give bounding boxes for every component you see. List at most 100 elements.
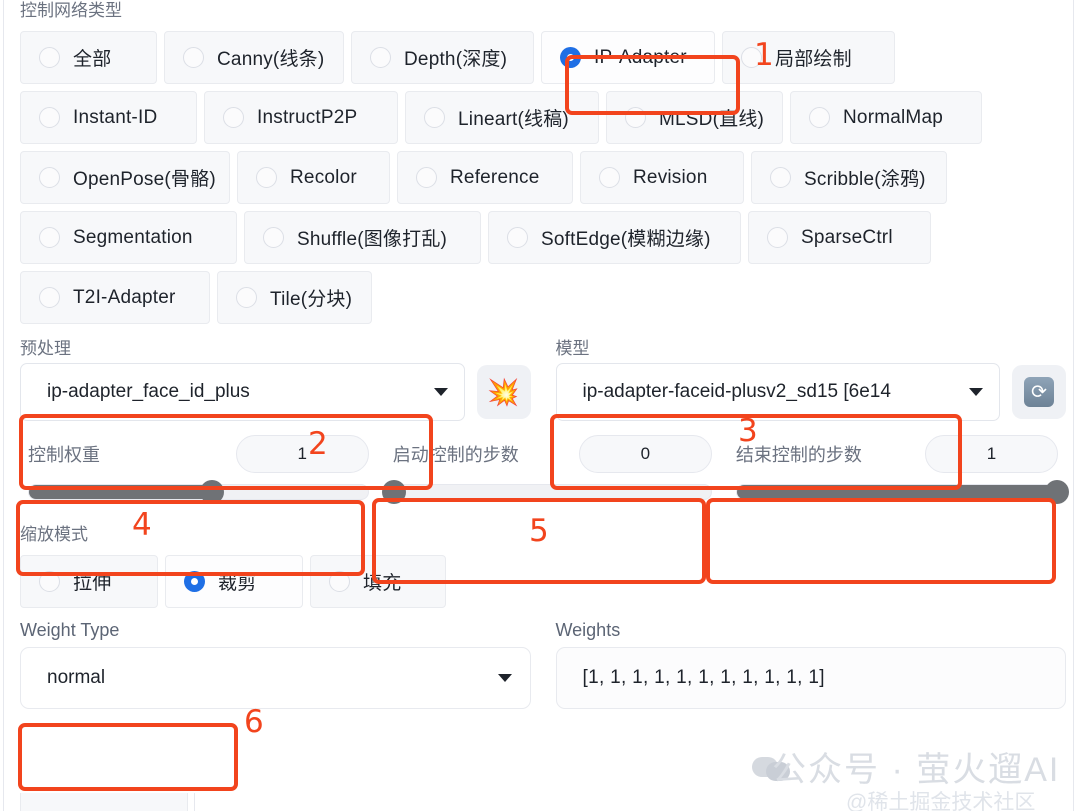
model-label: 模型 (555, 339, 590, 358)
control-type-option-2-4[interactable]: Scribble(涂鸦) (751, 151, 947, 204)
weight-type-label: Weight Type (20, 620, 120, 640)
slider-fill (29, 485, 212, 499)
slider-thumb[interactable] (1045, 480, 1069, 504)
control-type-option-0-2[interactable]: Depth(深度) (351, 31, 534, 84)
radio-label: Shuffle(图像打乱) (297, 229, 448, 250)
resize-mode-option-2[interactable]: 填充 (310, 555, 446, 608)
refresh-icon: ⟳ (1024, 377, 1054, 407)
radio-label: 裁剪 (218, 573, 257, 594)
control-type-option-1-2[interactable]: Lineart(线稿) (405, 91, 599, 144)
slider-track[interactable] (735, 480, 1069, 504)
resize-mode-radio-group: 拉伸 裁剪 填充 (20, 555, 1066, 608)
control-type-option-0-3[interactable]: IP-Adapter (541, 31, 715, 84)
control-type-option-1-1[interactable]: InstructP2P (204, 91, 398, 144)
control-type-option-4-0[interactable]: T2I-Adapter (20, 271, 210, 324)
annotation-number-3: 3 (738, 413, 758, 449)
radio-label: 拉伸 (73, 573, 112, 594)
partial-bottom-widget (20, 793, 1060, 811)
radio-label: MLSD(直线) (659, 109, 765, 130)
control-type-option-2-1[interactable]: Recolor (237, 151, 390, 204)
resize-mode-option-1[interactable]: 裁剪 (165, 555, 303, 608)
control-type-option-3-0[interactable]: Segmentation (20, 211, 237, 264)
chevron-down-icon (497, 674, 512, 682)
annotation-number-6: 6 (244, 704, 264, 740)
preprocessor-dropdown[interactable]: ip-adapter_face_id_plus (20, 363, 465, 421)
radio-unselected-icon (39, 107, 60, 128)
weight-row: Weight Type normal Weights [1, 1, 1, 1, … (20, 620, 1066, 709)
annotation-number-1: 1 (754, 37, 774, 73)
control-type-option-3-3[interactable]: SparseCtrl (748, 211, 931, 264)
control-type-option-1-3[interactable]: MLSD(直线) (606, 91, 783, 144)
control-type-option-1-0[interactable]: Instant-ID (20, 91, 197, 144)
radio-unselected-icon (236, 287, 257, 308)
radio-label: Reference (450, 166, 540, 188)
slider-start-step: 启动控制的步数 0 (381, 429, 720, 510)
radio-label: Revision (633, 166, 708, 188)
radio-label: Canny(线条) (217, 49, 325, 70)
slider-track[interactable] (381, 480, 712, 504)
radio-unselected-icon (599, 167, 620, 188)
radio-unselected-icon (416, 167, 437, 188)
preprocessor-model-row: 预处理 ip-adapter_face_id_plus 💥 模型 ip-adap… (20, 338, 1066, 421)
control-type-option-1-4[interactable]: NormalMap (790, 91, 982, 144)
right-divider (1073, 0, 1074, 811)
radio-unselected-icon (625, 107, 646, 128)
annotation-number-2: 2 (308, 426, 328, 462)
preprocessor-value: ip-adapter_face_id_plus (47, 381, 250, 402)
control-type-option-2-3[interactable]: Revision (580, 151, 744, 204)
radio-label: Segmentation (73, 226, 193, 248)
control-type-radio-group: 全部 Canny(线条) Depth(深度) IP-Adapter 局部绘制 Instan… (20, 31, 1066, 324)
preprocessor-preview-button[interactable]: 💥 (476, 365, 531, 419)
control-type-option-2-0[interactable]: OpenPose(骨骼) (20, 151, 230, 204)
control-type-option-0-0[interactable]: 全部 (20, 31, 157, 84)
radio-selected-icon (184, 571, 205, 592)
radio-unselected-icon (263, 227, 284, 248)
partial-checkbox-pill[interactable] (20, 793, 188, 811)
control-type-option-4-1[interactable]: Tile(分块) (217, 271, 372, 324)
weights-value: [1, 1, 1, 1, 1, 1, 1, 1, 1, 1, 1] (582, 667, 825, 688)
slider-value-input[interactable]: 1 (925, 435, 1058, 473)
slider-value-input[interactable]: 1 (235, 435, 369, 473)
radio-label: Tile(分块) (270, 289, 353, 310)
slider-value-input[interactable]: 0 (578, 435, 712, 473)
radio-selected-icon (560, 47, 581, 68)
preprocessor-column: 预处理 ip-adapter_face_id_plus 💥 (20, 338, 531, 421)
radio-unselected-icon (39, 227, 60, 248)
radio-unselected-icon (770, 167, 791, 188)
radio-label: NormalMap (843, 106, 943, 128)
control-type-row-2: OpenPose(骨骼) Recolor Reference Revision Scri… (20, 151, 1066, 204)
partial-divider (194, 793, 195, 811)
model-dropdown[interactable]: ip-adapter-faceid-plusv2_sd15 [6e14 (555, 363, 1000, 421)
resize-mode-option-0[interactable]: 拉伸 (20, 555, 158, 608)
slider-track[interactable] (28, 480, 369, 504)
radio-label: 填充 (363, 573, 402, 594)
explosion-icon: 💥 (487, 377, 520, 407)
annotation-number-4: 4 (132, 507, 152, 543)
slider-thumb[interactable] (381, 480, 406, 504)
weight-type-dropdown[interactable]: normal (20, 647, 531, 709)
radio-label: T2I-Adapter (73, 286, 176, 308)
control-type-option-3-2[interactable]: SoftEdge(模糊边缘) (488, 211, 741, 264)
radio-label: 局部绘制 (775, 49, 852, 70)
control-type-option-0-1[interactable]: Canny(线条) (164, 31, 344, 84)
weight-type-column: Weight Type normal (20, 620, 531, 709)
left-divider (3, 0, 4, 811)
weights-input[interactable]: [1, 1, 1, 1, 1, 1, 1, 1, 1, 1, 1] (555, 647, 1066, 709)
radio-unselected-icon (329, 571, 350, 592)
slider-label: 控制权重 (28, 445, 100, 465)
annotation-number-5: 5 (529, 513, 549, 549)
slider-fill (736, 485, 1057, 499)
model-refresh-button[interactable]: ⟳ (1012, 365, 1066, 419)
radio-label: SoftEdge(模糊边缘) (541, 229, 711, 250)
chat-bubble-icon-2 (766, 762, 790, 781)
control-type-option-2-2[interactable]: Reference (397, 151, 573, 204)
control-type-option-0-4[interactable]: 局部绘制 (722, 31, 895, 84)
radio-unselected-icon (223, 107, 244, 128)
radio-label: 全部 (73, 49, 112, 70)
radio-unselected-icon (39, 287, 60, 308)
radio-unselected-icon (370, 47, 391, 68)
model-value: ip-adapter-faceid-plusv2_sd15 [6e14 (582, 381, 891, 402)
control-type-option-3-1[interactable]: Shuffle(图像打乱) (244, 211, 481, 264)
slider-thumb[interactable] (199, 480, 224, 504)
chevron-down-icon (969, 388, 983, 396)
